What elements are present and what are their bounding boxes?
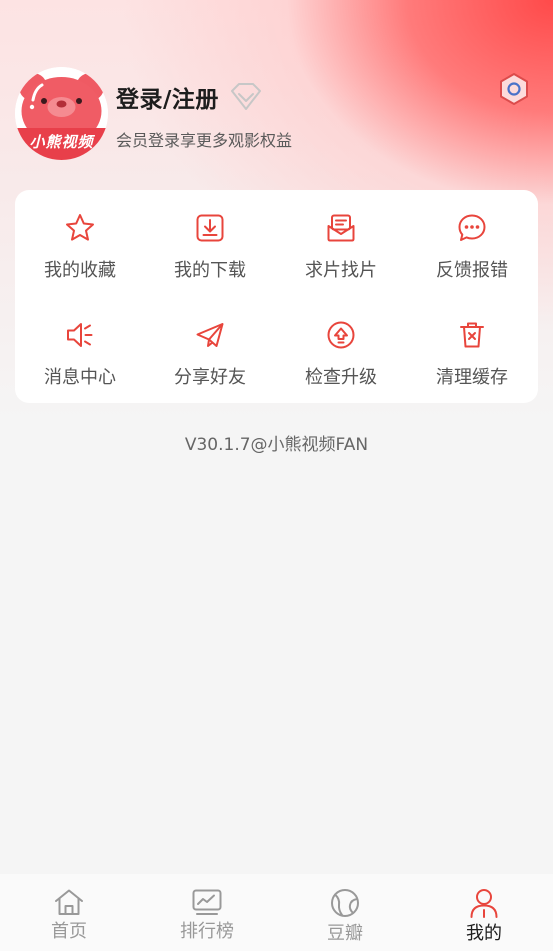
tab-home[interactable]: 首页 — [0, 874, 138, 951]
speaker-icon — [67, 323, 93, 347]
settings-hex-icon — [500, 73, 528, 105]
menu-item-label: 检查升级 — [305, 367, 377, 388]
tab-label: 豆瓣 — [327, 923, 363, 944]
star-icon — [66, 214, 94, 241]
menu-item-share[interactable]: 分享好友 — [145, 319, 275, 409]
tab-label: 排行榜 — [180, 921, 234, 942]
tab-label: 首页 — [51, 921, 87, 942]
menu-item-upgrade[interactable]: 检查升级 — [276, 319, 406, 409]
login-register-link[interactable]: 登录/注册 — [116, 80, 219, 114]
menu-item-label: 反馈报错 — [436, 260, 508, 281]
menu-item-label: 我的收藏 — [44, 260, 116, 281]
planet-icon — [331, 889, 359, 917]
menu-item-request[interactable]: 求片找片 — [276, 212, 406, 302]
avatar[interactable]: 小熊视频 — [15, 67, 108, 160]
bottom-tab-bar: 首页 排行榜 豆瓣 我的 — [0, 874, 553, 951]
menu-item-label: 我的下载 — [174, 260, 246, 281]
tab-douban[interactable]: 豆瓣 — [276, 874, 414, 951]
menu-item-feedback[interactable]: 反馈报错 — [407, 212, 537, 302]
tab-ranking[interactable]: 排行榜 — [138, 874, 276, 951]
menu-item-label: 清理缓存 — [436, 367, 508, 388]
menu-item-messages[interactable]: 消息中心 — [15, 319, 145, 409]
menu-card: 我的收藏 我的下载 求片找片 反馈报错 消息中心 分享好友 检查升级 清理缓存 — [15, 190, 538, 403]
chart-icon — [192, 889, 222, 915]
tab-label: 我的 — [466, 923, 502, 944]
menu-item-label: 分享好友 — [174, 367, 246, 388]
home-icon — [55, 889, 83, 915]
logo-text: 小熊视频 — [29, 133, 94, 151]
menu-item-clear-cache[interactable]: 清理缓存 — [407, 319, 537, 409]
menu-item-label: 消息中心 — [44, 367, 116, 388]
member-subtitle: 会员登录享更多观影权益 — [116, 131, 293, 150]
menu-item-favorites[interactable]: 我的收藏 — [15, 212, 145, 302]
feedback-icon — [458, 214, 486, 241]
trash-icon — [460, 322, 484, 348]
upgrade-icon — [327, 321, 355, 349]
person-icon — [470, 889, 498, 918]
share-icon — [196, 323, 224, 347]
download-icon — [196, 214, 224, 242]
vip-diamond-icon — [231, 83, 261, 110]
request-icon — [327, 214, 355, 242]
settings-button[interactable] — [496, 71, 532, 107]
version-text: V30.1.7@小熊视频FAN — [184, 435, 369, 455]
menu-item-downloads[interactable]: 我的下载 — [145, 212, 275, 302]
tab-mine[interactable]: 我的 — [415, 874, 553, 951]
menu-item-label: 求片找片 — [305, 260, 377, 281]
